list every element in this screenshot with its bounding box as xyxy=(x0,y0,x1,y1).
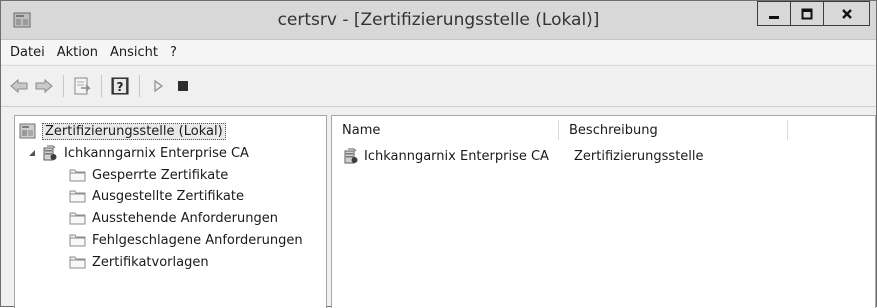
result-list: Name Beschreibung Ichkanngarnix Enterpri… xyxy=(331,115,876,308)
stop-service-button[interactable] xyxy=(171,74,195,98)
folder-icon xyxy=(69,256,86,269)
close-button[interactable] xyxy=(823,1,870,26)
certification-authority-icon xyxy=(19,123,36,139)
column-header-name[interactable]: Name xyxy=(332,120,559,140)
toolbar-separator xyxy=(63,75,64,97)
tree-item-label: Fehlgeschlagene Anforderungen xyxy=(92,232,303,248)
menu-help[interactable]: ? xyxy=(164,45,183,60)
menu-ansicht[interactable]: Ansicht xyxy=(104,45,164,60)
maximize-button[interactable] xyxy=(790,1,824,26)
list-item-description: Zertifizierungsstelle xyxy=(574,148,704,164)
minimize-icon xyxy=(769,15,779,19)
caption-buttons xyxy=(757,1,870,27)
back-arrow-icon xyxy=(10,78,28,94)
tree-item-templates[interactable]: Zertifikatvorlagen xyxy=(69,252,209,272)
export-list-button[interactable] xyxy=(70,74,94,98)
tree-item-ca-label: Ichkanngarnix Enterprise CA xyxy=(64,145,249,161)
tree-item-label: Gesperrte Zertifikate xyxy=(92,167,229,183)
tree-item-revoked[interactable]: Gesperrte Zertifikate xyxy=(69,165,228,185)
window-title: certsrv - [Zertifizierungsstelle (Lokal)… xyxy=(277,10,600,30)
forward-button[interactable] xyxy=(32,74,56,98)
tree-item-pending[interactable]: Ausstehende Anforderungen xyxy=(69,208,278,228)
toolbar-separator xyxy=(139,75,140,97)
ca-server-icon xyxy=(344,148,358,164)
minimize-button[interactable] xyxy=(757,1,791,26)
toolbar-separator xyxy=(101,75,102,97)
tree-item-label: Ausgestellte Zertifikate xyxy=(92,188,244,204)
menu-datei[interactable]: Datei xyxy=(1,45,51,60)
start-service-icon xyxy=(154,79,164,93)
close-icon xyxy=(841,8,852,19)
tree-item-ca[interactable]: Ichkanngarnix Enterprise CA xyxy=(27,143,249,163)
export-list-icon xyxy=(74,77,91,95)
menu-bar: Datei Aktion Ansicht ? xyxy=(1,40,876,64)
help-icon: ? xyxy=(111,77,129,95)
column-header-description[interactable]: Beschreibung xyxy=(559,120,788,140)
tree-item-failed[interactable]: Fehlgeschlagene Anforderungen xyxy=(69,230,303,250)
tree-item-label: Zertifikatvorlagen xyxy=(92,254,209,270)
stop-service-icon xyxy=(178,81,188,91)
folder-icon xyxy=(69,169,86,182)
folder-icon xyxy=(69,190,86,203)
folder-icon xyxy=(69,212,86,225)
help-button[interactable]: ? xyxy=(108,74,132,98)
list-item-name: Ichkanngarnix Enterprise CA xyxy=(364,148,549,164)
expanded-triangle-icon[interactable] xyxy=(27,148,37,158)
tree-item-issued[interactable]: Ausgestellte Zertifikate xyxy=(69,186,244,206)
scope-tree: Zertifizierungsstelle (Lokal) Ichkanngar… xyxy=(14,115,327,308)
back-button[interactable] xyxy=(7,74,31,98)
menu-aktion[interactable]: Aktion xyxy=(51,45,104,60)
list-header: Name Beschreibung xyxy=(332,120,788,140)
tree-root-label: Zertifizierungsstelle (Lokal) xyxy=(42,122,226,140)
ca-server-icon xyxy=(43,145,57,161)
maximize-icon xyxy=(801,8,813,19)
tree-item-label: Ausstehende Anforderungen xyxy=(92,210,278,226)
title-bar[interactable]: certsrv - [Zertifizierungsstelle (Lokal)… xyxy=(1,1,876,40)
forward-arrow-icon xyxy=(35,78,53,94)
svg-text:?: ? xyxy=(117,80,124,94)
start-service-button[interactable] xyxy=(146,74,170,98)
mmc-window: certsrv - [Zertifizierungsstelle (Lokal)… xyxy=(0,0,877,308)
list-item[interactable]: Ichkanngarnix Enterprise CA Zertifizieru… xyxy=(342,146,704,166)
folder-icon xyxy=(69,234,86,247)
toolbar: ? xyxy=(1,65,876,107)
tree-root[interactable]: Zertifizierungsstelle (Lokal) xyxy=(19,121,226,141)
